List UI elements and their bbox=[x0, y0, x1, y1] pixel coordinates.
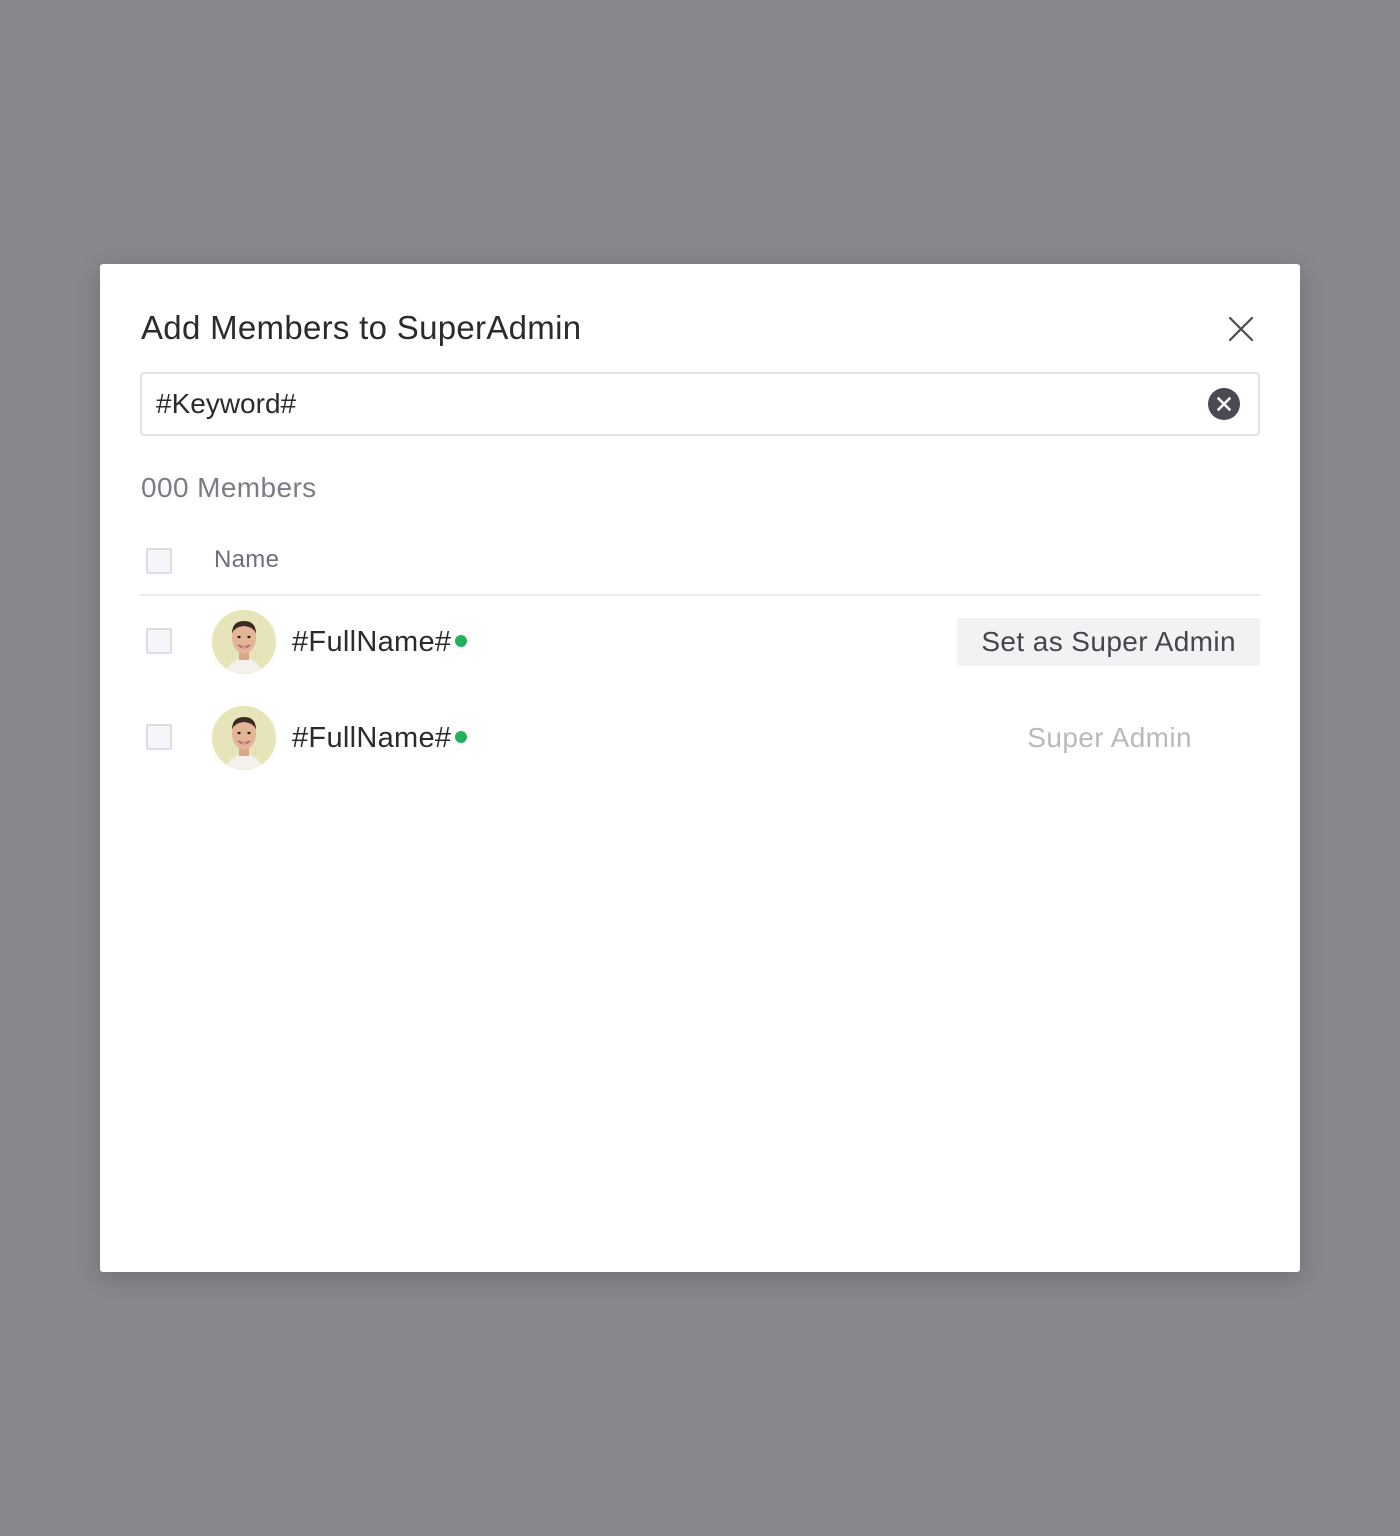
dialog-title: Add Members to SuperAdmin bbox=[141, 309, 582, 346]
close-button[interactable] bbox=[1224, 312, 1258, 346]
clear-search-button[interactable] bbox=[1208, 388, 1240, 420]
online-status-indicator bbox=[455, 731, 468, 743]
super-admin-role-label: Super Admin bbox=[1027, 722, 1192, 753]
table-header: Name bbox=[140, 540, 1260, 596]
search-input[interactable] bbox=[156, 374, 1186, 434]
members-count: 000 Members bbox=[141, 472, 317, 503]
avatar-photo bbox=[212, 706, 276, 770]
add-members-dialog: Add Members to SuperAdmin 000 Members Na… bbox=[100, 264, 1300, 1272]
member-checkbox[interactable] bbox=[146, 628, 172, 654]
close-icon bbox=[1228, 316, 1254, 342]
clear-circle-icon bbox=[1217, 397, 1231, 411]
column-header-name: Name bbox=[214, 546, 280, 573]
member-name: #FullName# bbox=[292, 722, 452, 754]
select-all-checkbox[interactable] bbox=[146, 548, 172, 574]
set-super-admin-button[interactable]: Set as Super Admin bbox=[957, 618, 1260, 666]
member-name: #FullName# bbox=[292, 626, 452, 658]
search-field bbox=[140, 372, 1260, 436]
member-row: #FullName# Set as Super Admin bbox=[140, 602, 1260, 682]
member-checkbox[interactable] bbox=[146, 724, 172, 750]
avatar-photo bbox=[212, 610, 276, 674]
member-row: #FullName# Super Admin bbox=[140, 698, 1260, 778]
avatar bbox=[212, 610, 276, 674]
avatar bbox=[212, 706, 276, 770]
member-name-container: #FullName# bbox=[292, 720, 468, 756]
member-name-container: #FullName# bbox=[292, 624, 468, 660]
online-status-indicator bbox=[455, 635, 468, 647]
